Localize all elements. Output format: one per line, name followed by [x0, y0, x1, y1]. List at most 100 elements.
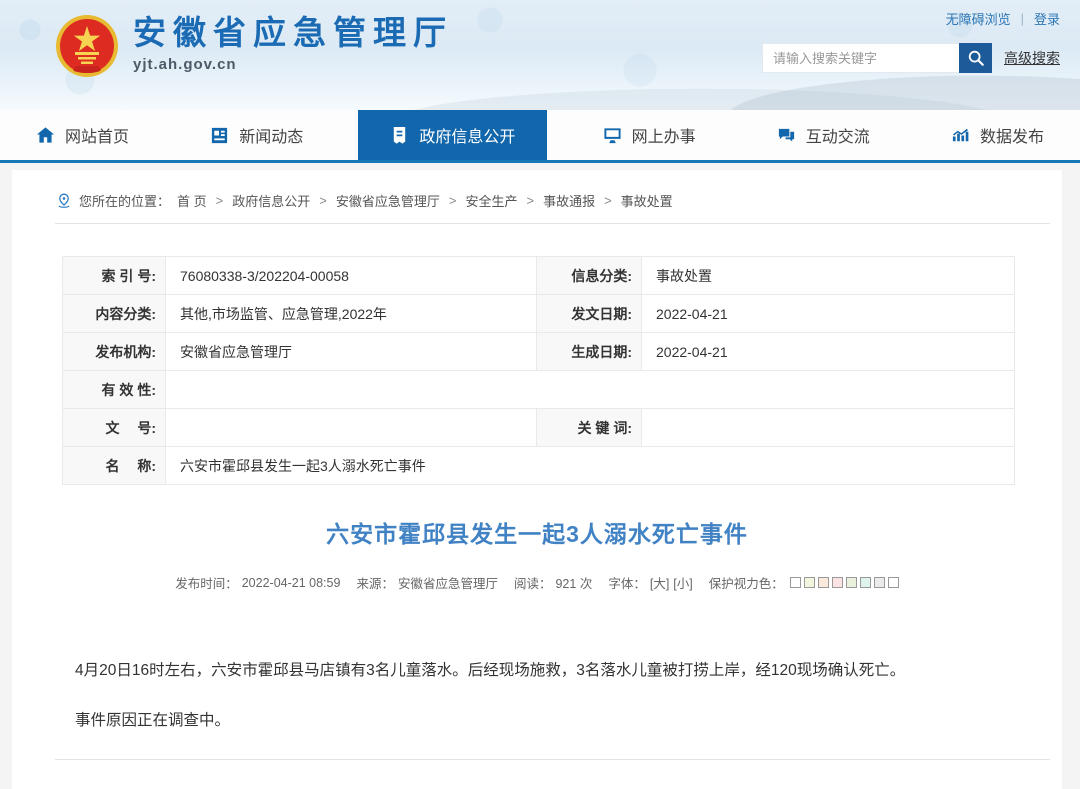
font-larger-button[interactable]: [大] [650, 573, 669, 592]
content-category-value: 其他,市场监管、应急管理,2022年 [166, 295, 537, 333]
views-value: 921 次 [555, 573, 592, 592]
info-category-value: 事故处置 [642, 257, 1015, 295]
article-title: 六安市霍邱县发生一起3人溺水死亡事件 [12, 515, 1062, 549]
content-card: 您所在的位置： 首 页 > 政府信息公开 > 安徽省应急管理厅 > 安全生产 >… [12, 170, 1062, 789]
create-date-value: 2022-04-21 [642, 333, 1015, 371]
eye-color-swatch[interactable] [874, 577, 885, 588]
article-bottom-divider [55, 759, 1050, 760]
main-nav: 网站首页 新闻动态 政府信息公开 网上办事 互动交流 数据发布 [0, 110, 1080, 163]
nav-item-label: 数据发布 [980, 123, 1044, 147]
table-row: 发布机构: 安徽省应急管理厅 生成日期: 2022-04-21 [63, 333, 1015, 371]
font-smaller-button[interactable]: [小] [673, 573, 692, 592]
validity-value [166, 371, 1015, 409]
home-icon [36, 126, 55, 145]
nav-item-label: 网上办事 [632, 123, 696, 147]
nav-item-home[interactable]: 网站首页 [10, 110, 155, 160]
breadcrumb-separator: > [526, 193, 534, 208]
publish-time-value: 2022-04-21 08:59 [242, 576, 341, 590]
eye-color-swatch[interactable] [888, 577, 899, 588]
publish-time-label: 发布时间： [175, 573, 238, 592]
content-category-label: 内容分类: [63, 295, 166, 333]
publisher-label: 发布机构: [63, 333, 166, 371]
nav-item-data-release[interactable]: 数据发布 [925, 110, 1070, 160]
chat-icon [777, 126, 796, 145]
keywords-value [642, 409, 1015, 447]
eye-color-swatch[interactable] [790, 577, 801, 588]
location-pin-icon [56, 193, 72, 209]
eye-color-swatch[interactable] [846, 577, 857, 588]
doc-number-label: 文 号: [63, 409, 166, 447]
article-paragraph: 4月20日16时左右，六安市霍邱县马店镇有3名儿童落水。后经现场施救，3名落水儿… [75, 660, 1042, 682]
font-size-label: 字体： [608, 573, 646, 592]
breadcrumb-item-accident-handling[interactable]: 事故处置 [621, 191, 673, 210]
national-emblem-logo [55, 14, 119, 78]
table-row: 索 引 号: 76080338-3/202204-00058 信息分类: 事故处… [63, 257, 1015, 295]
article-meta: 发布时间： 2022-04-21 08:59 来源：安徽省应急管理厅 阅读：921… [12, 573, 1062, 592]
breadcrumb-separator: > [319, 193, 327, 208]
search-bar: 高级搜索 [762, 43, 1060, 73]
keywords-label: 关 键 词: [537, 409, 642, 447]
article-content: 4月20日16时左右，六安市霍邱县马店镇有3名儿童落水。后经现场施救，3名落水儿… [12, 660, 1062, 731]
nav-item-label: 新闻动态 [239, 123, 303, 147]
search-input[interactable] [762, 43, 959, 73]
breadcrumb-separator: > [216, 193, 224, 208]
document-info-table: 索 引 号: 76080338-3/202204-00058 信息分类: 事故处… [62, 256, 1015, 485]
create-date-label: 生成日期: [537, 333, 642, 371]
search-button[interactable] [959, 43, 992, 73]
page-body: 您所在的位置： 首 页 > 政府信息公开 > 安徽省应急管理厅 > 安全生产 >… [0, 163, 1080, 789]
validity-label: 有 效 性: [63, 371, 166, 409]
breadcrumb-item-department[interactable]: 安徽省应急管理厅 [336, 191, 440, 210]
eye-protect-swatches [790, 577, 899, 588]
monitor-icon [603, 126, 622, 145]
breadcrumb-item-gov-info[interactable]: 政府信息公开 [232, 191, 310, 210]
topbar: 无障碍浏览 | 登录 [946, 9, 1060, 28]
info-category-label: 信息分类: [537, 257, 642, 295]
site-url: yjt.ah.gov.cn [133, 56, 453, 73]
table-row: 内容分类: 其他,市场监管、应急管理,2022年 发文日期: 2022-04-2… [63, 295, 1015, 333]
name-label: 名 称: [63, 447, 166, 485]
advanced-search-link[interactable]: 高级搜索 [1004, 48, 1060, 68]
source-label: 来源： [356, 573, 394, 592]
search-icon [967, 49, 985, 67]
article-paragraph: 事件原因正在调查中。 [75, 710, 1042, 732]
doc-number-value [166, 409, 537, 447]
table-row: 名 称: 六安市霍邱县发生一起3人溺水死亡事件 [63, 447, 1015, 485]
index-number-value: 76080338-3/202204-00058 [166, 257, 537, 295]
breadcrumb: 您所在的位置： 首 页 > 政府信息公开 > 安徽省应急管理厅 > 安全生产 >… [12, 170, 1062, 223]
views-label: 阅读： [514, 573, 552, 592]
issue-date-value: 2022-04-21 [642, 295, 1015, 333]
nav-item-online-services[interactable]: 网上办事 [577, 110, 722, 160]
nav-item-interaction[interactable]: 互动交流 [751, 110, 896, 160]
site-header: 安徽省应急管理厅 yjt.ah.gov.cn 无障碍浏览 | 登录 高级搜索 [0, 0, 1080, 110]
breadcrumb-item-safety[interactable]: 安全生产 [465, 191, 517, 210]
chart-icon [951, 126, 970, 145]
name-value: 六安市霍邱县发生一起3人溺水死亡事件 [166, 447, 1015, 485]
breadcrumb-divider [55, 223, 1050, 224]
nav-item-news[interactable]: 新闻动态 [184, 110, 329, 160]
publisher-value: 安徽省应急管理厅 [166, 333, 537, 371]
nav-item-label: 网站首页 [65, 123, 129, 147]
site-brand[interactable]: 安徽省应急管理厅 yjt.ah.gov.cn [55, 14, 453, 78]
eye-color-swatch[interactable] [860, 577, 871, 588]
breadcrumb-separator: > [449, 193, 457, 208]
document-icon [390, 126, 409, 145]
nav-item-label: 互动交流 [806, 123, 870, 147]
source-value: 安徽省应急管理厅 [398, 573, 498, 592]
breadcrumb-item-accident-report[interactable]: 事故通报 [543, 191, 595, 210]
accessibility-link[interactable]: 无障碍浏览 [946, 9, 1011, 28]
table-row: 有 效 性: [63, 371, 1015, 409]
index-number-label: 索 引 号: [63, 257, 166, 295]
breadcrumb-prefix: 您所在的位置： [79, 191, 170, 210]
eye-color-swatch[interactable] [832, 577, 843, 588]
nav-item-label: 政府信息公开 [419, 123, 515, 147]
eye-color-swatch[interactable] [818, 577, 829, 588]
breadcrumb-separator: > [604, 193, 612, 208]
topbar-separator: | [1021, 11, 1024, 26]
nav-item-gov-info[interactable]: 政府信息公开 [358, 110, 547, 160]
login-link[interactable]: 登录 [1034, 9, 1060, 28]
site-title: 安徽省应急管理厅 [133, 14, 453, 52]
breadcrumb-item-home[interactable]: 首 页 [177, 191, 207, 210]
eye-color-swatch[interactable] [804, 577, 815, 588]
table-row: 文 号: 关 键 词: [63, 409, 1015, 447]
issue-date-label: 发文日期: [537, 295, 642, 333]
